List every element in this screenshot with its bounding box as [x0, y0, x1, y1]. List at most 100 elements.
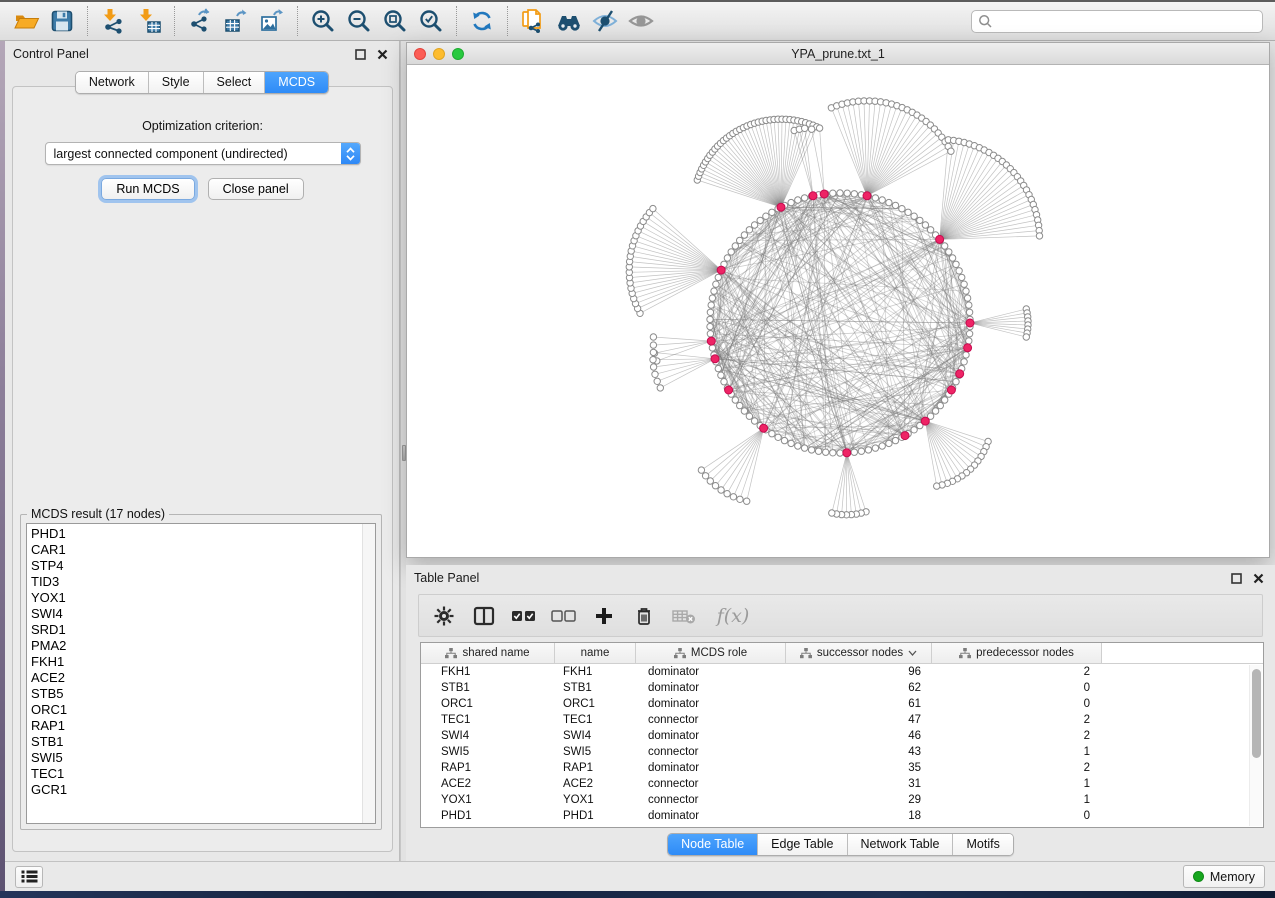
table-row[interactable]: RAP1RAP1dominator352: [421, 760, 1263, 776]
tab-mcds[interactable]: MCDS: [265, 72, 328, 93]
show-columns-button[interactable]: [471, 603, 497, 629]
mcds-list-item[interactable]: TID3: [31, 574, 359, 590]
float-panel-button[interactable]: [351, 46, 369, 62]
mcds-list-item[interactable]: PHD1: [31, 526, 359, 542]
column-header-name[interactable]: name: [555, 643, 636, 663]
deselect-all-button[interactable]: [551, 603, 577, 629]
zoom-selected-icon: [418, 8, 444, 34]
zoom-fit-button[interactable]: [377, 5, 413, 37]
column-header-successor-nodes[interactable]: successor nodes: [786, 643, 932, 663]
tab-network[interactable]: Network: [76, 72, 149, 93]
mcds-list-item[interactable]: ACE2: [31, 670, 359, 686]
table-scrollbar-thumb[interactable]: [1252, 669, 1261, 758]
search-field[interactable]: [971, 10, 1263, 33]
refresh-button[interactable]: [464, 5, 500, 37]
network-window-titlebar[interactable]: YPA_prune.txt_1: [407, 43, 1269, 65]
export-image-button[interactable]: [254, 5, 290, 37]
import-network-button[interactable]: [95, 5, 131, 37]
zoom-selected-button[interactable]: [413, 5, 449, 37]
import-table-icon: [136, 8, 162, 34]
node-table-header: shared namenameMCDS rolesuccessor nodesp…: [421, 643, 1263, 664]
hide-selected-button[interactable]: [587, 5, 623, 37]
delete-column-button[interactable]: [631, 603, 657, 629]
function-builder-button-disabled: f(x): [711, 603, 755, 629]
panel-menu-button[interactable]: [15, 866, 43, 888]
run-mcds-button[interactable]: Run MCDS: [101, 178, 194, 200]
toolbar-separator: [507, 6, 508, 36]
tab-motifs[interactable]: Motifs: [953, 834, 1012, 855]
tree-icon: [674, 648, 686, 659]
node-table: shared namenameMCDS rolesuccessor nodesp…: [420, 642, 1264, 828]
criterion-dropdown[interactable]: largest connected component (undirected): [45, 142, 361, 165]
add-column-button[interactable]: [591, 603, 617, 629]
table-row[interactable]: TEC1TEC1connector472: [421, 712, 1263, 728]
clone-network-button[interactable]: [515, 5, 551, 37]
mcds-list-item[interactable]: FKH1: [31, 654, 359, 670]
mcds-list-item[interactable]: STB1: [31, 734, 359, 750]
search-input[interactable]: [997, 14, 1256, 28]
table-row[interactable]: ACE2ACE2connector311: [421, 776, 1263, 792]
tab-style[interactable]: Style: [149, 72, 204, 93]
column-header-mcds-role[interactable]: MCDS role: [636, 643, 786, 663]
add-column-icon: [594, 606, 614, 626]
mcds-result-list: PHD1CAR1STP4TID3YOX1SWI4SRD1PMA2FKH1ACE2…: [26, 523, 376, 824]
column-header-shared-name[interactable]: shared name: [421, 643, 555, 663]
mcds-list-item[interactable]: SRD1: [31, 622, 359, 638]
save-icon: [50, 9, 74, 33]
zoom-in-button[interactable]: [305, 5, 341, 37]
close-panel-button[interactable]: [373, 46, 391, 62]
mcds-list-item[interactable]: SWI4: [31, 606, 359, 622]
tab-edge-table[interactable]: Edge Table: [758, 834, 847, 855]
delete-table-button-disabled: [671, 603, 697, 629]
zoom-out-button[interactable]: [341, 5, 377, 37]
mcds-list-item[interactable]: SWI5: [31, 750, 359, 766]
mcds-list-item[interactable]: STB5: [31, 686, 359, 702]
memory-button[interactable]: Memory: [1183, 865, 1265, 888]
export-table-button[interactable]: [218, 5, 254, 37]
table-row[interactable]: PHD1PHD1dominator180: [421, 808, 1263, 824]
search-network-icon: [554, 8, 584, 34]
mcds-list-item[interactable]: CAR1: [31, 542, 359, 558]
table-row[interactable]: ORC1ORC1dominator610: [421, 696, 1263, 712]
column-header-predecessor-nodes[interactable]: predecessor nodes: [932, 643, 1102, 663]
mcds-list-item[interactable]: RAP1: [31, 718, 359, 734]
search-network-button[interactable]: [551, 5, 587, 37]
criterion-dropdown-value: largest connected component (undirected): [46, 147, 341, 161]
tree-icon: [959, 648, 971, 659]
toolbar-separator: [174, 6, 175, 36]
network-canvas[interactable]: [407, 65, 1269, 557]
show-all-button[interactable]: [623, 5, 659, 37]
tab-node-table[interactable]: Node Table: [668, 834, 758, 855]
table-row[interactable]: SWI4SWI4dominator462: [421, 728, 1263, 744]
export-network-button[interactable]: [182, 5, 218, 37]
mcds-list-item[interactable]: STP4: [31, 558, 359, 574]
save-button[interactable]: [44, 5, 80, 37]
mcds-list-item[interactable]: ORC1: [31, 702, 359, 718]
mcds-list-item[interactable]: PMA2: [31, 638, 359, 654]
memory-label: Memory: [1210, 870, 1255, 884]
mcds-list-item[interactable]: GCR1: [31, 782, 359, 798]
open-button[interactable]: [8, 5, 44, 37]
select-all-button[interactable]: [511, 603, 537, 629]
sort-desc-icon: [908, 650, 917, 656]
close-mcds-panel-button[interactable]: Close panel: [208, 178, 304, 200]
table-scrollbar[interactable]: [1249, 665, 1262, 826]
table-settings-button[interactable]: [431, 603, 457, 629]
float-table-panel-button[interactable]: [1227, 570, 1245, 586]
table-row[interactable]: YOX1YOX1connector291: [421, 792, 1263, 808]
import-table-button[interactable]: [131, 5, 167, 37]
tab-select[interactable]: Select: [204, 72, 266, 93]
network-window-title: YPA_prune.txt_1: [407, 47, 1269, 61]
mcds-result-group: MCDS result (17 nodes) PHD1CAR1STP4TID3Y…: [20, 507, 382, 830]
table-row[interactable]: FKH1FKH1dominator962: [421, 664, 1263, 680]
tab-network-table[interactable]: Network Table: [848, 834, 954, 855]
table-row[interactable]: SWI5SWI5connector431: [421, 744, 1263, 760]
mcds-list-item[interactable]: YOX1: [31, 590, 359, 606]
hide-selected-icon: [591, 8, 619, 34]
table-row[interactable]: STB1STB1dominator620: [421, 680, 1263, 696]
show-all-icon: [627, 8, 655, 34]
optimization-criterion-label: Optimization criterion:: [13, 119, 392, 133]
list-scrollbar[interactable]: [362, 524, 375, 823]
mcds-list-item[interactable]: TEC1: [31, 766, 359, 782]
close-table-panel-button[interactable]: [1249, 570, 1267, 586]
